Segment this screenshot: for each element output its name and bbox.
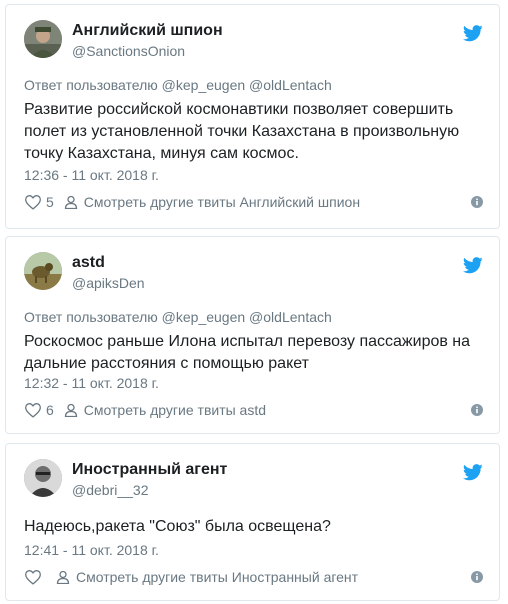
info-icon[interactable] [471, 571, 483, 583]
tweet-actions: 5 Смотреть другие твиты Английский шпион [24, 191, 483, 213]
tweet-actions: Смотреть другие твиты Иностранный агент [24, 566, 483, 588]
tweet-feed: Английский шпион @SanctionsOnion Ответ п… [0, 0, 508, 604]
author-name[interactable]: Английский шпион [72, 22, 223, 40]
heart-icon [25, 195, 41, 210]
tweet-card[interactable]: Английский шпион @SanctionsOnion Ответ п… [5, 4, 500, 229]
more-tweets-link[interactable]: Смотреть другие твиты astd [64, 402, 266, 418]
like-count: 6 [46, 402, 54, 418]
reply-to[interactable]: Ответ пользователю @kep_eugen @oldLentac… [24, 309, 332, 325]
twitter-bird-icon[interactable] [463, 25, 483, 42]
tweet-text: Развитие российской космонавтики позволя… [24, 101, 460, 162]
more-tweets-label: Смотреть другие твиты Иностранный агент [76, 569, 359, 585]
like-button[interactable] [24, 569, 46, 585]
timestamp[interactable]: 12:32 - 11 окт. 2018 г. [24, 375, 159, 391]
more-tweets-label: Смотреть другие твиты astd [83, 402, 267, 418]
heart-icon [25, 570, 41, 585]
timestamp[interactable]: 12:36 - 11 окт. 2018 г. [24, 167, 159, 183]
author-handle[interactable]: @SanctionsOnion [72, 43, 185, 59]
more-tweets-label: Смотреть другие твиты Английский шпион [83, 194, 361, 210]
avatar-icon [24, 252, 62, 290]
heart-icon [25, 403, 41, 418]
author-name[interactable]: Иностранный агент [72, 461, 227, 479]
author-handle[interactable]: @apiksDen [72, 275, 145, 291]
timestamp[interactable]: 12:41 - 11 окт. 2018 г. [24, 542, 159, 558]
twitter-bird-icon[interactable] [463, 257, 483, 274]
author-handle[interactable]: @debri__32 [72, 482, 149, 498]
tweet-text: Надеюсь,ракета "Союз" была освещена? [24, 518, 331, 535]
like-count: 5 [46, 194, 54, 210]
author-name[interactable]: astd [72, 254, 105, 272]
more-tweets-link[interactable]: Смотреть другие твиты Английский шпион [64, 194, 360, 210]
avatar-icon [24, 459, 62, 497]
like-button[interactable]: 6 [24, 402, 54, 418]
info-icon[interactable] [471, 196, 483, 208]
twitter-bird-icon[interactable] [463, 464, 483, 481]
more-tweets-link[interactable]: Смотреть другие твиты Иностранный агент [56, 569, 358, 585]
avatar[interactable] [24, 459, 62, 497]
avatar[interactable] [24, 20, 62, 58]
reply-to[interactable]: Ответ пользователю @kep_eugen @oldLentac… [24, 77, 332, 93]
person-icon [56, 570, 70, 584]
person-icon [64, 403, 77, 417]
tweet-text: Роскосмос раньше Илона испытал перевозу … [24, 333, 471, 372]
avatar-icon [24, 20, 62, 58]
like-button[interactable]: 5 [24, 194, 54, 210]
tweet-actions: 6 Смотреть другие твиты astd [24, 399, 483, 421]
info-icon[interactable] [471, 404, 483, 416]
tweet-card[interactable]: astd @apiksDen Ответ пользователю @kep_e… [5, 236, 500, 434]
avatar[interactable] [24, 252, 62, 290]
person-icon [64, 195, 77, 209]
tweet-card[interactable]: Иностранный агент @debri__32 Надеюсь,рак… [5, 443, 500, 601]
